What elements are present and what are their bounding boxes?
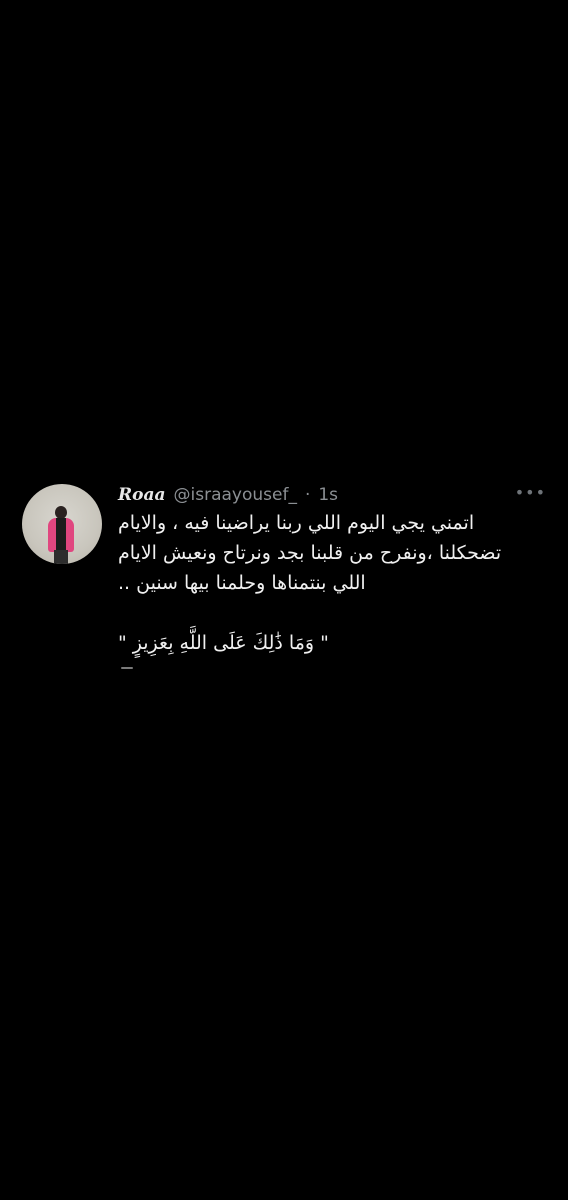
avatar-figure-legs	[54, 550, 68, 564]
more-horizontal-icon[interactable]: •••	[515, 485, 546, 501]
tweet-text: اتمني يجي اليوم اللي ربنا يراضينا فيه ، …	[118, 508, 546, 658]
avatar-figure-body	[48, 518, 74, 552]
tweet-quote-line: " وَمَا ذَٰلِكَ عَلَى اللَّهِ بِعَزِيزٍ …	[118, 632, 329, 654]
reply-icon[interactable]	[121, 667, 133, 669]
header-separator: ·	[304, 485, 311, 505]
tweet-text-line-3: اللي بنتمناها وحلمنا بيها سنين ..	[118, 572, 366, 594]
display-name[interactable]: Roaa	[118, 485, 166, 505]
tweet-timestamp[interactable]: 1s	[318, 485, 338, 505]
tweet-card[interactable]: Roaa @israayousef_ · 1s ••• اتمني يجي ال…	[22, 482, 550, 682]
tweet-header: Roaa @israayousef_ · 1s	[118, 482, 550, 508]
avatar[interactable]	[22, 484, 102, 564]
tweet-text-line-1: اتمني يجي اليوم اللي ربنا يراضينا فيه ، …	[118, 512, 475, 534]
user-handle[interactable]: @israayousef_	[174, 485, 297, 505]
tweet-text-line-2: تضحكلنا ،ونفرح من قلبنا بجد ونرتاح ونعيش…	[118, 542, 502, 564]
